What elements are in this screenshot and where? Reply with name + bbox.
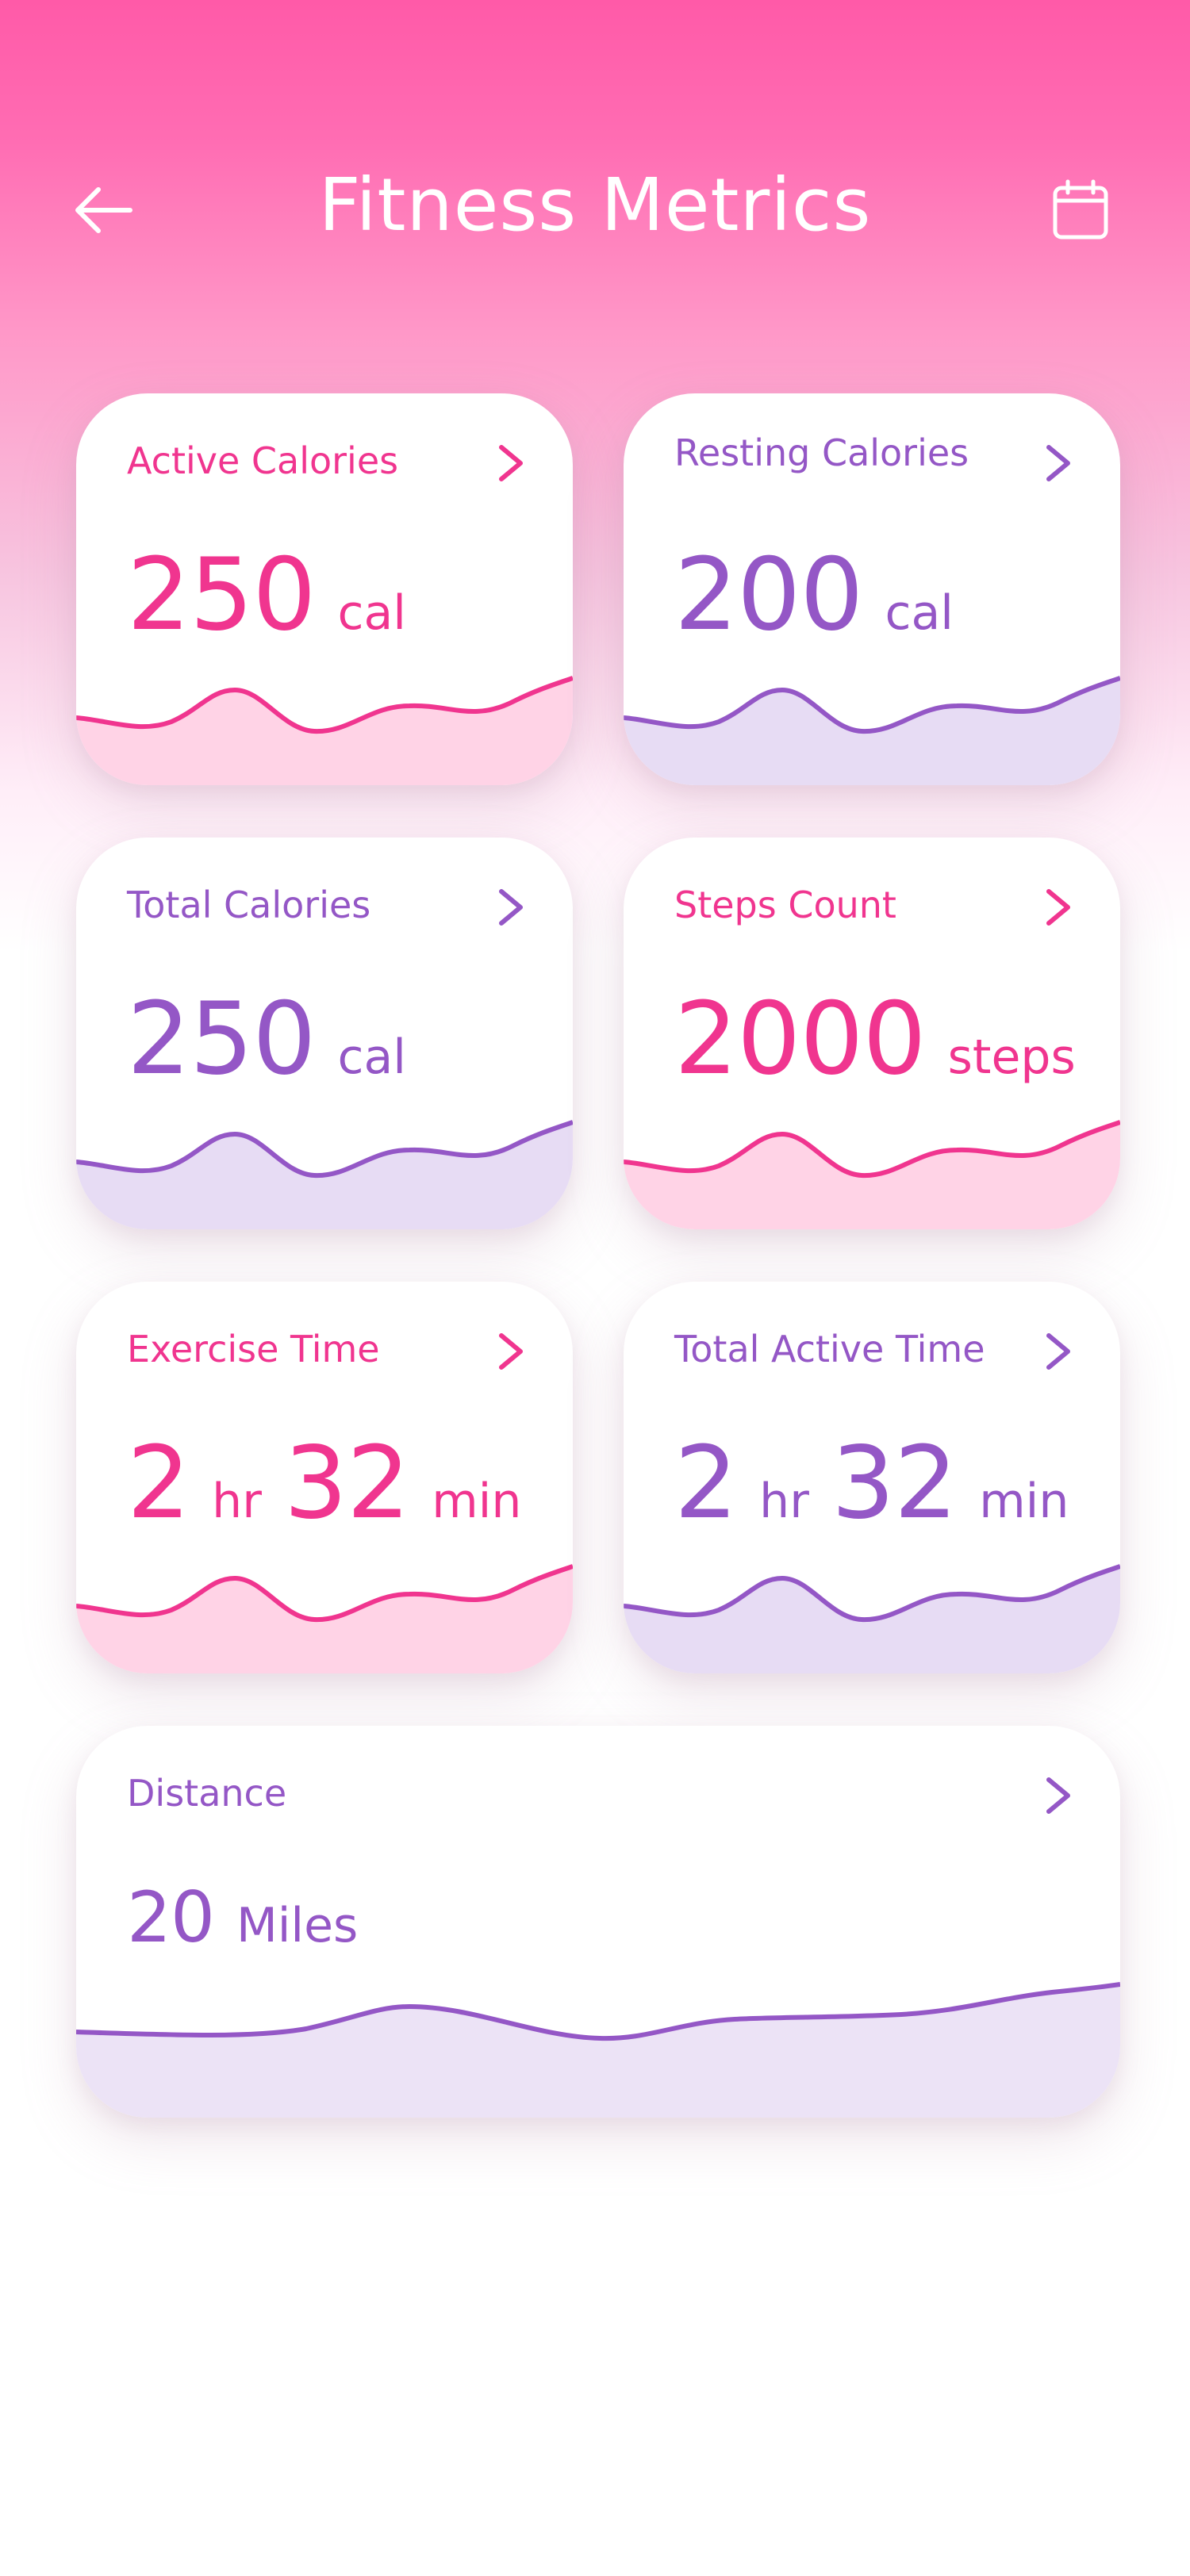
value-row: 2000 steps	[674, 980, 1076, 1097]
chevron-right-icon[interactable]	[1041, 441, 1076, 485]
card-label: Distance	[127, 1772, 287, 1815]
page-title: Fitness Metrics	[318, 163, 872, 247]
card-unit: cal	[885, 585, 954, 641]
chevron-right-icon[interactable]	[493, 1329, 528, 1374]
calendar-button[interactable]	[1049, 178, 1112, 242]
trend-wave	[76, 676, 573, 785]
card-unit: cal	[337, 1029, 406, 1085]
hours-unit: hr	[212, 1474, 262, 1529]
card-value: 20	[127, 1876, 215, 1958]
trend-wave	[76, 1982, 1120, 2118]
hours-value: 2	[127, 1424, 190, 1541]
card-value: 200	[674, 536, 863, 653]
resting-calories-card[interactable]: Resting Calories 200 cal	[624, 393, 1120, 785]
card-value: 250	[127, 536, 316, 653]
trend-wave	[76, 1564, 573, 1673]
card-value: 2000	[674, 980, 927, 1097]
card-label: Resting Calories	[674, 431, 969, 474]
hours-unit: hr	[759, 1474, 809, 1529]
card-label: Total Active Time	[674, 1328, 985, 1370]
value-row: 2 hr 32 min	[674, 1424, 1069, 1541]
value-row: 250 cal	[127, 536, 428, 653]
hours-value: 2	[674, 1424, 738, 1541]
card-unit: Miles	[236, 1898, 359, 1953]
calendar-icon	[1053, 179, 1108, 240]
card-unit: cal	[337, 585, 406, 641]
active-calories-card[interactable]: Active Calories 250 cal	[76, 393, 573, 785]
distance-card[interactable]: Distance 20 Miles	[76, 1726, 1120, 2118]
trend-wave	[624, 676, 1120, 785]
trend-wave	[624, 1564, 1120, 1673]
card-label: Exercise Time	[127, 1328, 380, 1370]
value-row: 2 hr 32 min	[127, 1424, 521, 1541]
card-label: Active Calories	[127, 439, 399, 482]
trend-wave	[76, 1120, 573, 1229]
value-row: 250 cal	[127, 980, 428, 1097]
chevron-right-icon[interactable]	[1041, 1773, 1076, 1818]
value-row: 20 Miles	[127, 1876, 380, 1958]
steps-count-card[interactable]: Steps Count 2000 steps	[624, 838, 1120, 1229]
total-active-time-card[interactable]: Total Active Time 2 hr 32 min	[624, 1282, 1120, 1673]
minutes-unit: min	[979, 1474, 1069, 1529]
minutes-unit: min	[432, 1474, 522, 1529]
chevron-right-icon[interactable]	[1041, 885, 1076, 930]
minutes-value: 32	[831, 1424, 958, 1541]
minutes-value: 32	[283, 1424, 410, 1541]
card-label: Total Calories	[127, 884, 371, 926]
card-label: Steps Count	[674, 884, 896, 926]
header: Fitness Metrics	[0, 0, 1190, 412]
value-row: 200 cal	[674, 536, 976, 653]
chevron-right-icon[interactable]	[493, 885, 528, 930]
card-unit: steps	[947, 1029, 1076, 1085]
chevron-right-icon[interactable]	[1041, 1329, 1076, 1374]
total-calories-card[interactable]: Total Calories 250 cal	[76, 838, 573, 1229]
trend-wave	[624, 1120, 1120, 1229]
chevron-right-icon[interactable]	[493, 441, 528, 485]
exercise-time-card[interactable]: Exercise Time 2 hr 32 min	[76, 1282, 573, 1673]
card-value: 250	[127, 980, 316, 1097]
